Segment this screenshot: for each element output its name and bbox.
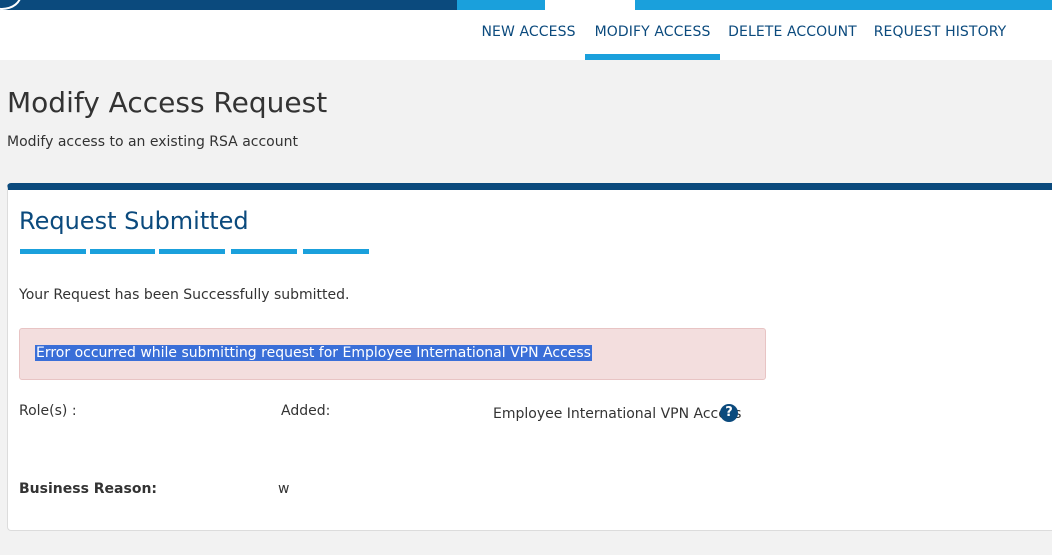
main-nav: NEW ACCESS MODIFY ACCESS DELETE ACCOUNT …	[0, 10, 1052, 60]
help-icon[interactable]: ?	[720, 404, 738, 422]
business-reason-value: w	[278, 481, 290, 497]
success-message: Your Request has been Successfully submi…	[19, 287, 350, 303]
business-reason-label: Business Reason:	[19, 481, 158, 497]
page-title: Modify Access Request	[7, 86, 328, 119]
top-active-marker	[545, 0, 635, 10]
tab-delete-account[interactable]: DELETE ACCOUNT	[720, 10, 865, 60]
progress-step	[90, 249, 155, 254]
tab-new-access[interactable]: NEW ACCESS	[472, 10, 585, 60]
tab-request-history[interactable]: REQUEST HISTORY	[865, 10, 1015, 60]
role-value: Employee International VPN Access	[493, 406, 742, 422]
progress-step	[20, 249, 86, 254]
top-brand-bar	[0, 0, 1052, 10]
request-card: Request Submitted Your Request has been …	[7, 183, 1052, 531]
progress-step	[159, 249, 225, 254]
roles-label: Role(s) :	[19, 403, 77, 419]
added-label: Added:	[281, 403, 331, 419]
progress-step	[303, 249, 369, 254]
error-message: Error occurred while submitting request …	[35, 345, 592, 361]
tab-modify-access[interactable]: MODIFY ACCESS	[585, 10, 720, 60]
progress-step	[231, 249, 297, 254]
error-alert: Error occurred while submitting request …	[19, 328, 766, 380]
card-title: Request Submitted	[19, 207, 249, 235]
page-subtitle: Modify access to an existing RSA account	[7, 134, 298, 150]
